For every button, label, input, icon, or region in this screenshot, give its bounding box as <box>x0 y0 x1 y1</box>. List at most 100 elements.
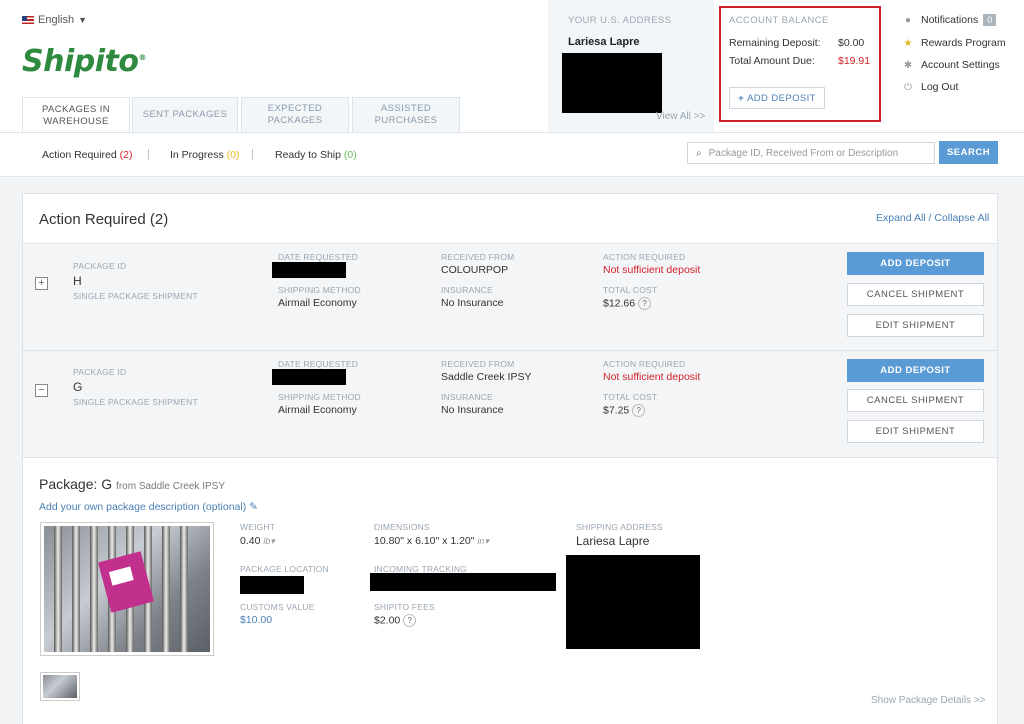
customs-value[interactable]: $10.00 <box>240 614 272 626</box>
dimensions-value: 10.80" x 6.10" x 1.20" <box>374 535 475 547</box>
collapse-icon[interactable]: − <box>35 384 48 397</box>
bell-icon: ● <box>904 14 912 26</box>
view-all-link[interactable]: View All >> <box>656 111 705 122</box>
subnav-action-required[interactable]: Action Required (2) <box>42 149 132 161</box>
shipping-method-value: Airmail Economy <box>278 297 357 309</box>
package-photo-thumbnail[interactable] <box>40 672 80 701</box>
account-settings-link[interactable]: ✱ Account Settings <box>903 59 1000 71</box>
add-deposit-label: ADD DEPOSIT <box>747 92 816 104</box>
tab-label-line2: WAREHOUSE <box>43 115 109 127</box>
help-icon[interactable]: ? <box>403 614 417 627</box>
package-title-prefix: Package: <box>39 476 98 492</box>
package-photo[interactable] <box>40 522 214 656</box>
notifications-link[interactable]: ● Notifications 0 <box>903 14 997 26</box>
redacted-shipping-address <box>566 555 700 649</box>
us-address-name: Lariesa Lapre <box>568 36 640 48</box>
dimensions[interactable]: 10.80" x 6.10" x 1.20" in▾ <box>374 535 489 547</box>
tab-label: SENT PACKAGES <box>142 109 228 120</box>
add-deposit-button[interactable]: ADD DEPOSIT <box>847 359 984 382</box>
weight-value: 0.40 <box>240 535 261 547</box>
insurance-label: INSURANCE <box>441 392 493 402</box>
insurance-value: No Insurance <box>441 404 504 416</box>
gear-icon: ✱ <box>903 59 913 71</box>
tab-label-line2: PURCHASES <box>374 115 438 126</box>
subnav-count: (0) <box>226 149 240 161</box>
package-title-from: from Saddle Creek IPSY <box>116 481 225 492</box>
single-shipment-label: SINGLE PACKAGE SHIPMENT <box>73 291 198 301</box>
shipping-method-label: SHIPPING METHOD <box>278 285 361 295</box>
total-amount-due-value: $19.91 <box>838 55 871 67</box>
tab-packages-in-warehouse[interactable]: PACKAGES IN WAREHOUSE <box>22 97 130 133</box>
shipito-fees-label: SHIPITO FEES <box>374 602 435 612</box>
add-description-label: Add your own package description (option… <box>39 501 247 513</box>
power-icon: ⏻ <box>904 81 912 93</box>
tab-assisted-purchases[interactable]: ASSISTED PURCHASES <box>352 97 460 132</box>
total-cost-value: $12.66 <box>603 297 636 310</box>
edit-shipment-button[interactable]: EDIT SHIPMENT <box>847 420 984 443</box>
add-deposit-header-button[interactable]: + ADD DEPOSIT <box>729 87 825 109</box>
dimensions-label: DIMENSIONS <box>374 522 430 532</box>
language-selector[interactable]: English ▼ <box>22 14 87 26</box>
chevron-down-icon: ▼ <box>78 15 87 25</box>
logout-label: Log Out <box>921 81 959 93</box>
tab-label-line1: EXPECTED <box>267 103 323 114</box>
subnav-count: (0) <box>343 149 357 161</box>
expand-collapse-link[interactable]: Expand All / Collapse All <box>876 212 989 224</box>
help-icon[interactable]: ? <box>638 297 652 310</box>
tab-label-line1: PACKAGES IN <box>41 103 111 115</box>
subnav-count: (2) <box>119 149 133 161</box>
insurance-value: No Insurance <box>441 297 504 309</box>
customs-value-label: CUSTOMS VALUE <box>240 602 315 612</box>
caret-down-icon: ▾ <box>270 536 275 546</box>
total-cost-value: $7.25 <box>603 404 630 417</box>
shipping-address-label: SHIPPING ADDRESS <box>576 522 663 532</box>
remaining-deposit-label: Remaining Deposit: <box>729 37 821 49</box>
shipito-logo[interactable]: Shipito® <box>22 44 146 79</box>
received-from-value: Saddle Creek IPSY <box>441 371 532 383</box>
total-cost: $7.25? <box>603 404 646 417</box>
total-cost-label: TOTAL COST <box>603 285 658 295</box>
received-from-value: COLOURPOP <box>441 264 509 276</box>
action-required-value: Not sufficient deposit <box>603 264 701 276</box>
search-button[interactable]: SEARCH <box>939 141 998 164</box>
rewards-program-link[interactable]: ★ Rewards Program <box>903 37 1006 49</box>
subnav-in-progress[interactable]: In Progress (0) <box>170 149 239 161</box>
package-search-input[interactable]: ⌕ Package ID, Received From or Descripti… <box>687 142 935 164</box>
total-cost: $12.66? <box>603 297 652 310</box>
help-icon[interactable]: ? <box>632 404 646 417</box>
add-deposit-button[interactable]: ADD DEPOSIT <box>847 252 984 275</box>
single-shipment-label: SINGLE PACKAGE SHIPMENT <box>73 397 198 407</box>
date-requested-label: DATE REQUESTED <box>278 252 359 262</box>
subnav-label: In Progress <box>170 149 224 161</box>
add-description-link[interactable]: Add your own package description (option… <box>39 501 258 513</box>
tab-label-line1: ASSISTED <box>380 103 432 114</box>
pencil-icon: ✎ <box>249 501 258 513</box>
edit-shipment-button[interactable]: EDIT SHIPMENT <box>847 314 984 337</box>
tab-expected-packages[interactable]: EXPECTED PACKAGES <box>241 97 349 132</box>
redacted-tracking <box>370 573 556 591</box>
redacted-date <box>272 262 346 278</box>
subnav-divider: | <box>251 148 254 160</box>
redacted-date <box>272 369 346 385</box>
package-id-label: PACKAGE ID <box>73 261 127 271</box>
tab-sent-packages[interactable]: SENT PACKAGES <box>132 97 238 132</box>
plus-icon: + <box>738 92 745 104</box>
date-requested-label: DATE REQUESTED <box>278 359 359 369</box>
weight-label: WEIGHT <box>240 522 276 532</box>
cancel-shipment-button[interactable]: CANCEL SHIPMENT <box>847 389 984 412</box>
rewards-label: Rewards Program <box>921 37 1006 49</box>
notifications-label: Notifications <box>921 14 979 26</box>
language-label: English <box>38 14 75 26</box>
show-package-details-link[interactable]: Show Package Details >> <box>871 695 986 706</box>
subnav-ready-to-ship[interactable]: Ready to Ship (0) <box>275 149 357 161</box>
package-detail-title: Package: G from Saddle Creek IPSY <box>39 476 225 492</box>
shipping-method-value: Airmail Economy <box>278 404 357 416</box>
received-from-label: RECEIVED FROM <box>441 252 515 262</box>
logout-link[interactable]: ⏻ Log Out <box>903 81 958 93</box>
weight[interactable]: 0.40 lb▾ <box>240 535 275 547</box>
expand-icon[interactable]: + <box>35 277 48 290</box>
cancel-shipment-button[interactable]: CANCEL SHIPMENT <box>847 283 984 306</box>
shipito-fees: $2.00? <box>374 614 417 627</box>
logo-text: Shipito <box>22 44 139 79</box>
logo-registered-mark: ® <box>138 53 146 62</box>
